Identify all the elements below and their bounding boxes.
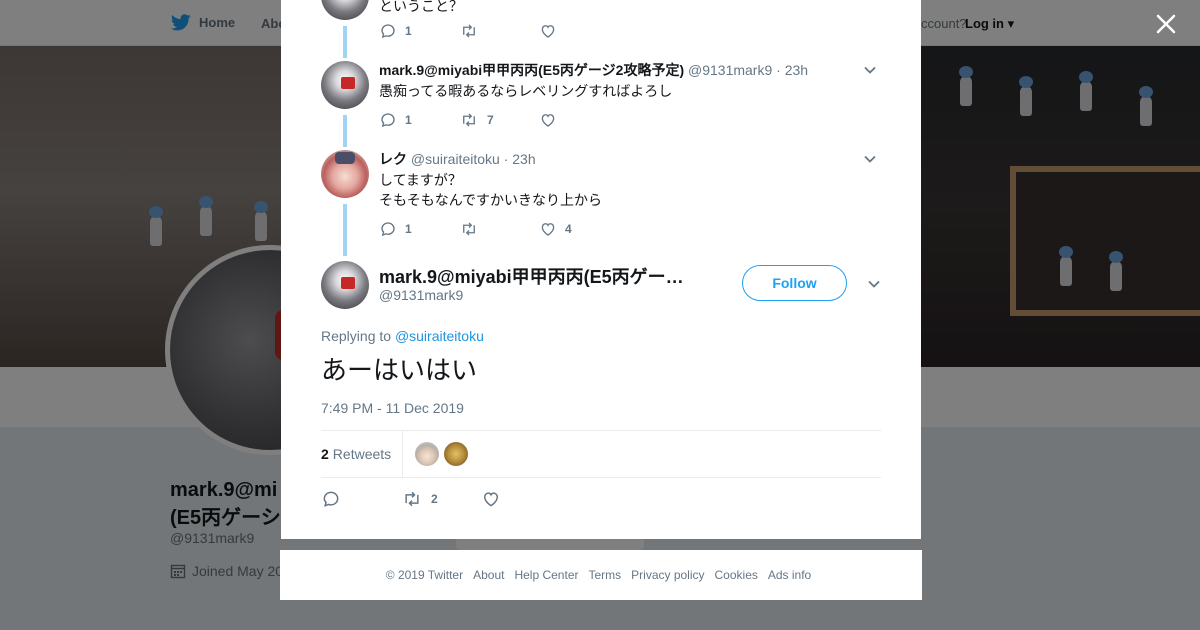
close-icon[interactable] — [1152, 10, 1180, 38]
reply-time[interactable]: · 23h — [504, 151, 536, 167]
heart-icon — [541, 223, 555, 236]
reply-avatar[interactable] — [321, 0, 369, 20]
retweet-icon — [405, 491, 419, 507]
retweets-stat[interactable]: 2 Retweets — [321, 446, 391, 462]
main-tweet-avatar[interactable] — [321, 261, 369, 309]
reply-time[interactable]: · 23h — [776, 62, 808, 78]
reply-text-line: そもそもなんですかいきなり上から — [379, 192, 603, 208]
retweeter-avatar[interactable] — [415, 442, 439, 466]
replying-to-line: Replying to @suiraiteitoku — [321, 328, 484, 344]
reply-icon — [381, 24, 395, 39]
chevron-down-icon[interactable] — [867, 277, 881, 291]
tweet-stats: 2 Retweets — [321, 430, 881, 478]
reply-actions: 1 4 — [379, 220, 619, 238]
reply-body: ということ？ — [379, 0, 879, 16]
main-tweet-actions: 2 — [321, 489, 561, 509]
reply-body: mark.9@miyabi甲甲丙丙(E5丙ゲージ2攻略予定) @9131mark… — [379, 61, 879, 101]
reply-avatar[interactable] — [321, 150, 369, 198]
retweet-button[interactable] — [459, 220, 539, 238]
like-count: 4 — [565, 222, 572, 236]
reply-body: レク @suiraiteitoku · 23h してますが？ そもそもなんですか… — [379, 150, 879, 210]
thread-connector — [343, 115, 347, 147]
footer-link-privacy[interactable]: Privacy policy — [631, 568, 704, 582]
reply-button[interactable]: 1 — [379, 22, 459, 40]
reply-count: 1 — [405, 222, 412, 236]
reply-button[interactable]: 1 — [379, 220, 459, 238]
tweet-permalink-modal: ということ？ 1 mark.9@miyabi甲甲丙丙(E5丙ゲージ2攻略予定) … — [281, 0, 921, 539]
reply-icon — [323, 491, 339, 507]
reply-header: mark.9@miyabi甲甲丙丙(E5丙ゲージ2攻略予定) @9131mark… — [379, 61, 879, 79]
retweet-button[interactable] — [459, 22, 539, 40]
chevron-down-icon[interactable] — [863, 152, 877, 166]
footer-link-about[interactable]: About — [473, 568, 504, 582]
retweets-stat-label: Retweets — [332, 446, 392, 462]
heart-icon — [541, 114, 555, 127]
main-tweet-author-handle[interactable]: @9131mark9 — [379, 287, 463, 303]
like-button[interactable] — [539, 111, 619, 129]
reply-count: 1 — [405, 24, 412, 38]
like-button[interactable] — [481, 489, 561, 509]
main-tweet-timestamp[interactable]: 7:49 PM - 11 Dec 2019 — [321, 400, 464, 416]
retweet-button[interactable]: 7 — [459, 111, 539, 129]
stats-divider — [402, 431, 403, 477]
like-button[interactable] — [539, 22, 619, 40]
reply-text: 愚痴ってる暇あるならレベリングすればよろし — [379, 83, 673, 99]
reply-icon — [381, 222, 395, 237]
reply-text: ということ？ — [379, 0, 463, 14]
footer-link-terms[interactable]: Terms — [588, 568, 621, 582]
retweet-icon — [463, 24, 475, 38]
retweet-button[interactable]: 2 — [401, 489, 481, 509]
chevron-down-icon[interactable] — [863, 63, 877, 77]
reply-avatar[interactable] — [321, 61, 369, 109]
reply-author-handle[interactable]: @9131mark9 — [688, 62, 772, 78]
footer-link-help-center[interactable]: Help Center — [514, 568, 578, 582]
heart-icon — [483, 492, 499, 507]
reply-author-handle[interactable]: @suiraiteitoku — [411, 151, 500, 167]
reply-count: 1 — [405, 113, 412, 127]
main-tweet-author-name[interactable]: mark.9@miyabi甲甲丙丙(E5丙ゲー… — [379, 263, 689, 289]
reply-text: してますが？ そもそもなんですかいきなり上から — [379, 170, 879, 210]
main-tweet-text: あーはいはい — [321, 355, 478, 385]
modal-footer: © 2019 Twitter About Help Center Terms P… — [280, 550, 922, 600]
heart-icon — [541, 25, 555, 38]
reply-author-name[interactable]: mark.9@miyabi甲甲丙丙(E5丙ゲージ2攻略予定) — [379, 62, 684, 78]
reply-text-line: してますが？ — [379, 172, 462, 188]
reply-icon — [381, 113, 395, 128]
like-button[interactable]: 4 — [539, 220, 619, 238]
reply-header: レク @suiraiteitoku · 23h — [379, 150, 879, 168]
replying-to-link[interactable]: @suiraiteitoku — [395, 328, 484, 344]
retweet-icon — [463, 222, 475, 236]
retweet-count: 2 — [431, 492, 438, 506]
retweeter-avatar[interactable] — [444, 442, 468, 466]
reply-button[interactable] — [321, 489, 401, 509]
footer-link-ads-info[interactable]: Ads info — [768, 568, 811, 582]
thread-connector — [343, 26, 347, 58]
reply-actions: 1 7 — [379, 111, 619, 129]
retweets-stat-count: 2 — [321, 446, 329, 462]
footer-link-cookies[interactable]: Cookies — [715, 568, 758, 582]
retweet-icon — [463, 113, 475, 127]
reply-author-name[interactable]: レク — [379, 151, 407, 167]
thread-connector — [343, 204, 347, 256]
reply-actions: 1 — [379, 22, 619, 40]
retweet-count: 7 — [487, 113, 494, 127]
follow-button[interactable]: Follow — [742, 265, 847, 301]
reply-button[interactable]: 1 — [379, 111, 459, 129]
footer-copyright: © 2019 Twitter — [385, 568, 464, 582]
replying-to-prefix: Replying to — [321, 328, 392, 344]
